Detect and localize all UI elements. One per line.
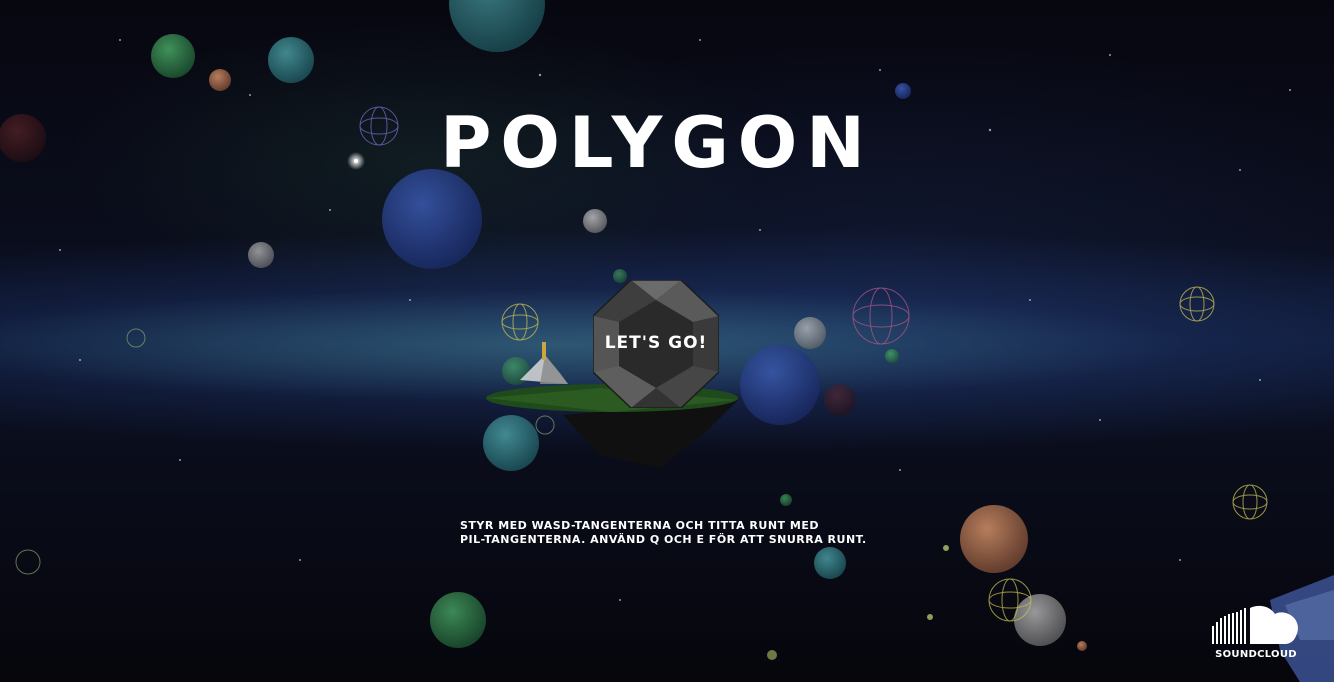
soundcloud-icon [1212,605,1298,644]
lets-go-label: LET'S GO! [604,333,708,353]
spheres [0,0,1087,660]
instructions-line-1: STYR MED WASD-TANGENTERNA OCH TITTA RUNT… [460,519,819,532]
instructions-line-2: PIL-TANGENTERNA. ANVÄND Q OCH E FÖR ATT … [460,533,867,546]
controls-instructions: STYR MED WASD-TANGENTERNA OCH TITTA RUNT… [460,519,880,547]
game-canvas[interactable]: POLYGON LET'S GO! STYR MED WASD-TANGENTE… [0,0,1334,682]
soundcloud-label: SOUNDCLOUD [1215,649,1297,660]
soundcloud-link[interactable]: SOUNDCLOUD [1208,604,1304,664]
game-title: POLYGON [440,102,874,184]
lets-go-button[interactable]: LET'S GO! [593,280,719,408]
